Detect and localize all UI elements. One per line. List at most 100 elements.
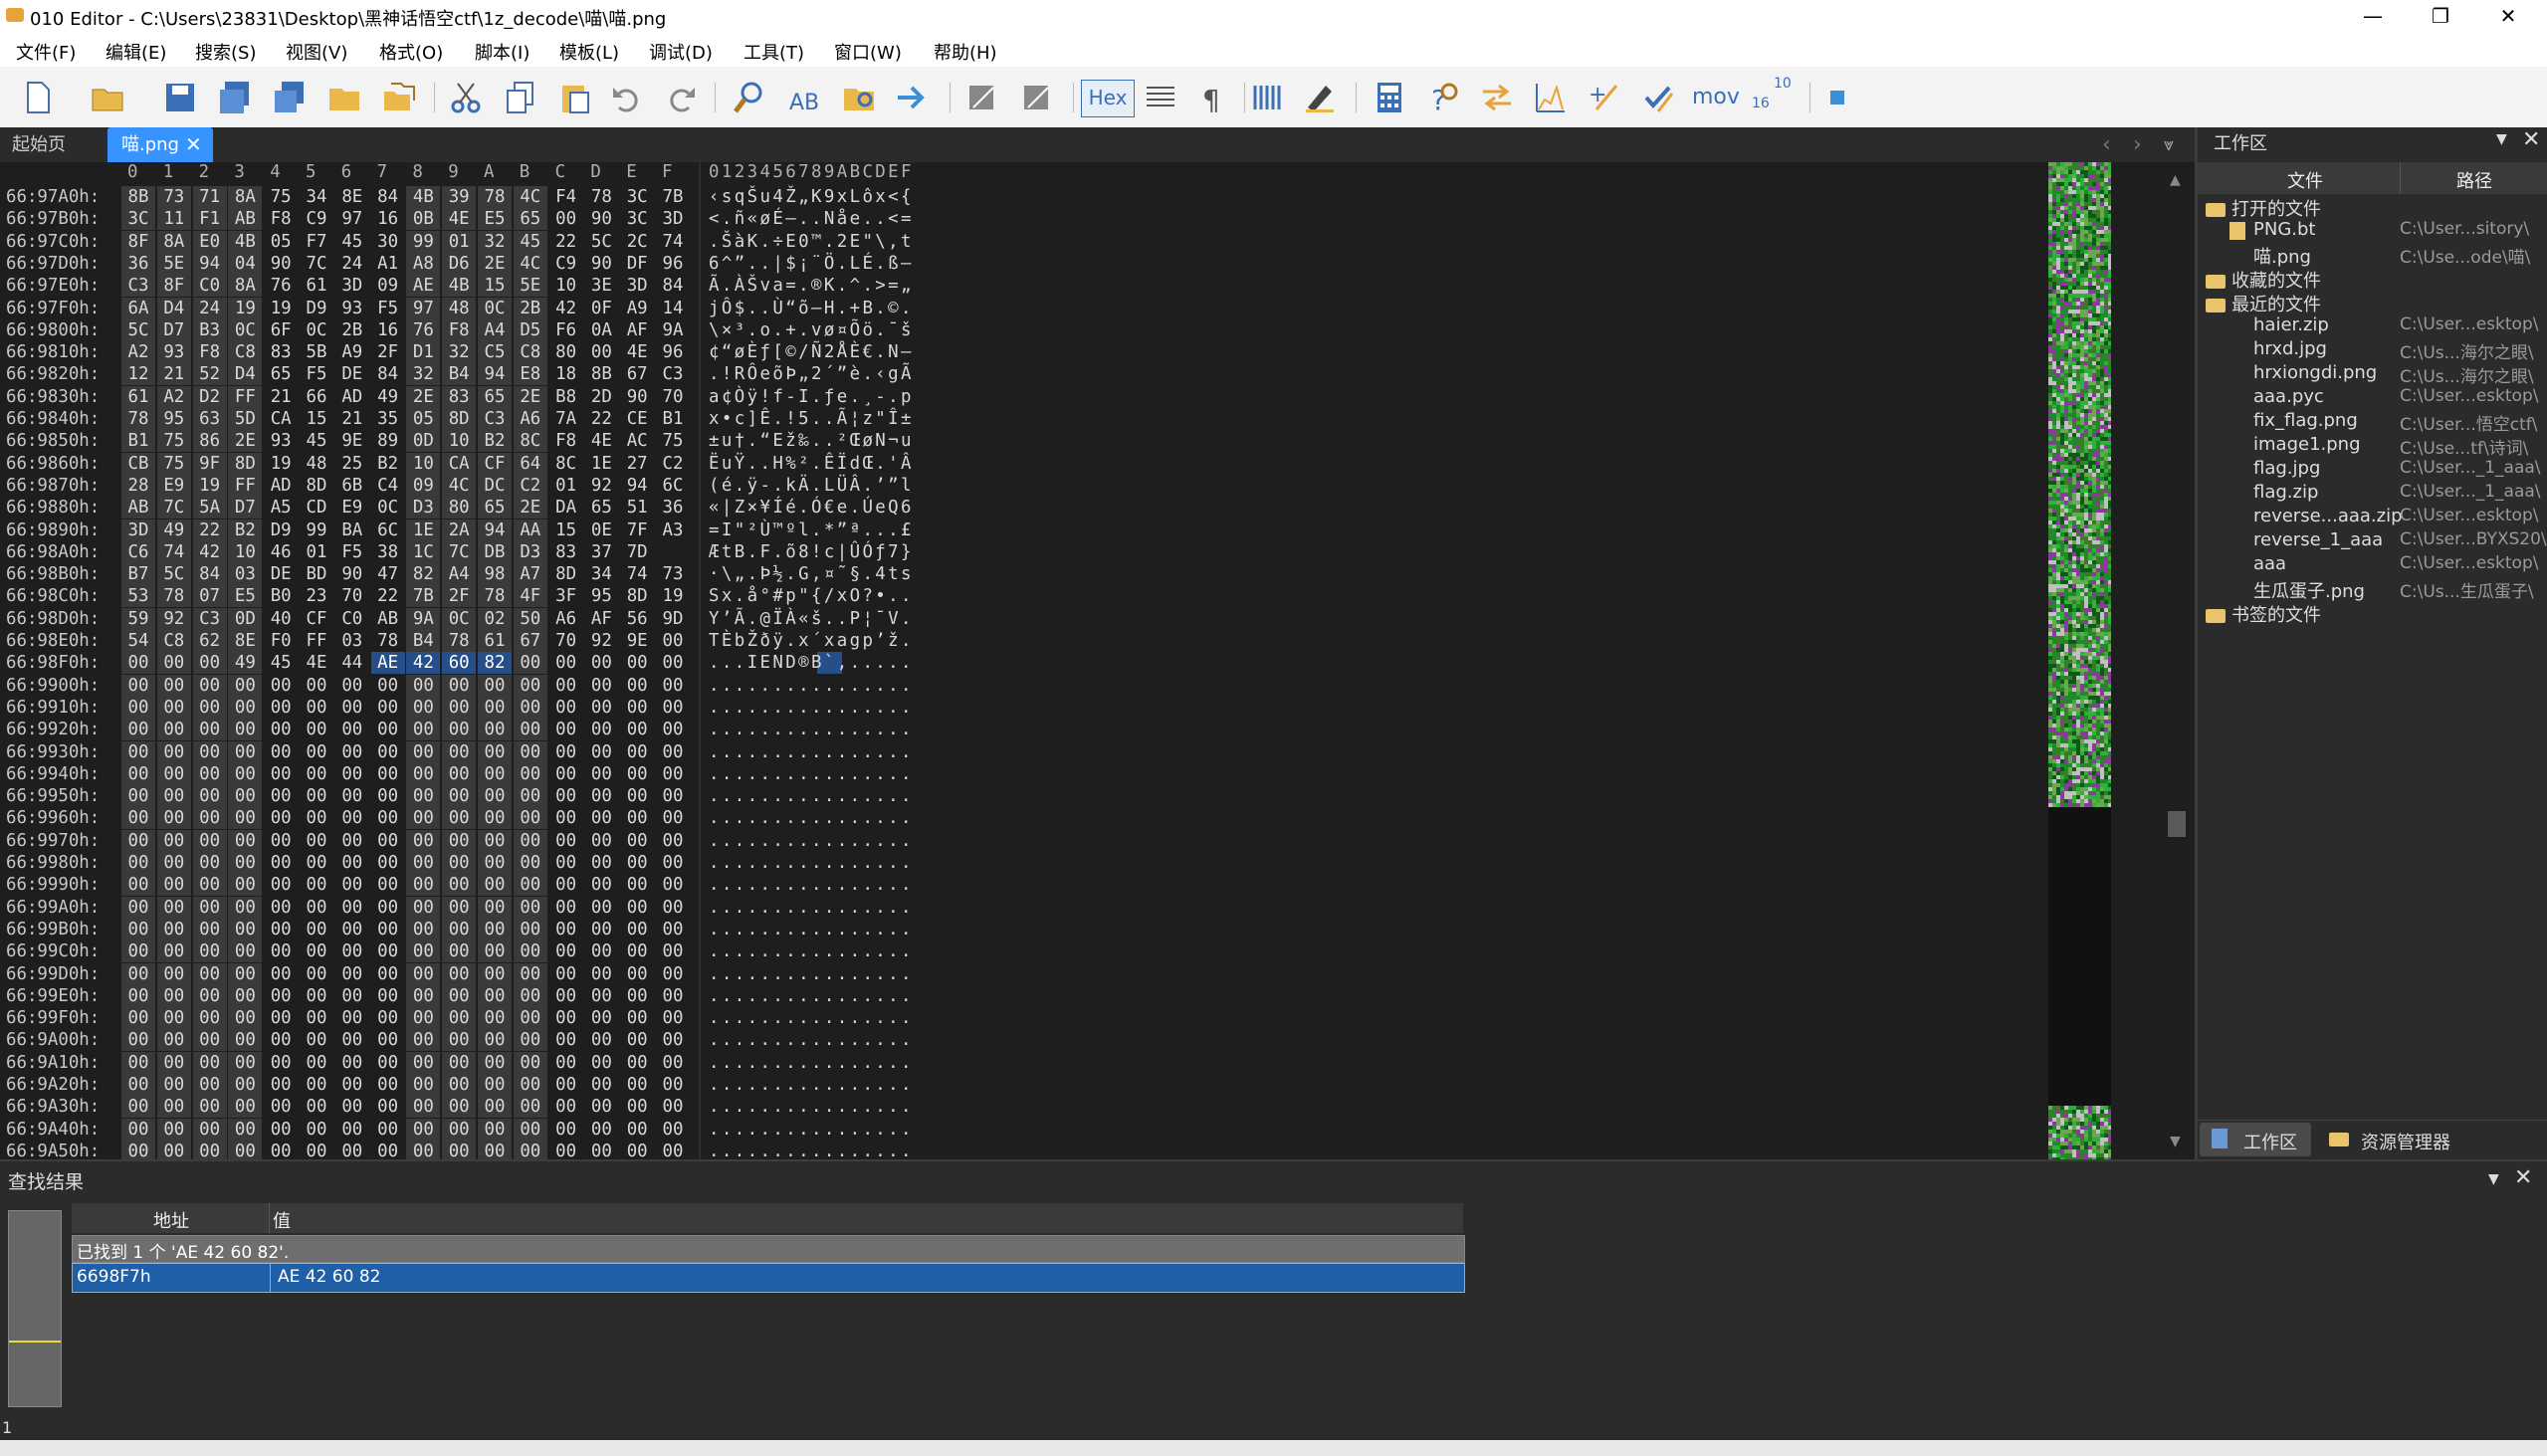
hex-byte[interactable]: 8F [156, 275, 191, 298]
hex-byte[interactable]: 82 [406, 563, 441, 586]
hex-byte[interactable]: 7B [656, 186, 690, 208]
hex-byte[interactable]: AE [370, 652, 405, 675]
hex-byte[interactable]: 45 [335, 231, 369, 253]
col-file[interactable]: 文件 [2287, 167, 2323, 193]
hex-byte[interactable]: 00 [192, 762, 227, 785]
hex-byte[interactable]: B2 [371, 453, 405, 475]
hex-byte[interactable]: A9 [620, 298, 654, 319]
hex-byte[interactable]: 16 [371, 319, 405, 341]
hex-byte[interactable]: E5 [228, 585, 263, 608]
cut-icon[interactable] [448, 80, 484, 115]
ascii-text[interactable]: ±u†.“Ež‰..²ŒøN¬u [709, 430, 914, 452]
hex-byte[interactable]: 00 [371, 852, 405, 874]
hex-byte[interactable]: 00 [192, 1074, 227, 1096]
hex-byte[interactable]: 00 [192, 1051, 227, 1074]
menu-edit[interactable]: 编辑(E) [106, 39, 166, 65]
hex-byte[interactable]: 84 [192, 563, 227, 586]
hex-byte[interactable]: 00 [300, 1052, 333, 1074]
hex-byte[interactable]: 00 [335, 719, 369, 740]
hex-byte[interactable]: 00 [584, 807, 618, 829]
hex-byte[interactable]: D9 [264, 520, 298, 541]
ascii-text[interactable]: TÈbŽðÿ.x´xagp’ž. [709, 630, 914, 652]
hex-byte[interactable]: 61 [121, 385, 155, 408]
hex-byte[interactable]: 00 [549, 874, 583, 896]
hex-byte[interactable]: 00 [584, 1029, 618, 1051]
hex-byte[interactable]: 73 [656, 563, 690, 585]
hex-byte[interactable]: F7 [300, 231, 333, 253]
hex-byte[interactable]: 65 [584, 497, 618, 519]
hex-byte[interactable]: 3F [549, 585, 583, 607]
hex-byte[interactable]: A5 [264, 497, 298, 519]
menu-help[interactable]: 帮助(H) [934, 39, 997, 65]
hex-byte[interactable]: 78 [371, 630, 405, 652]
hex-byte[interactable]: 96 [656, 253, 690, 275]
hex-byte[interactable]: 00 [478, 918, 512, 940]
hex-byte[interactable]: 00 [656, 1096, 690, 1118]
hex-byte[interactable]: 3D [121, 519, 155, 541]
tree-file-item[interactable]: reverse...aaa.zip C:\User...esktop\ [2253, 506, 2547, 526]
hex-byte[interactable]: 00 [549, 807, 583, 829]
hex-byte[interactable]: 00 [371, 1096, 405, 1118]
hex-byte[interactable]: 21 [335, 408, 369, 430]
hex-byte[interactable]: 3D [620, 275, 654, 297]
hex-byte[interactable]: 38 [371, 541, 405, 563]
hex-byte[interactable]: 89 [371, 430, 405, 452]
hex-byte[interactable]: 00 [478, 1029, 512, 1052]
redo-icon[interactable] [663, 80, 699, 115]
hex-byte[interactable]: 00 [478, 1118, 512, 1141]
hex-byte[interactable]: 19 [656, 585, 690, 607]
hex-row[interactable]: 66:9A20h: 00 00 00 00 00 00 00 00 00 00 00 00 00 00 00 0… [0, 1074, 2040, 1096]
hex-byte[interactable]: 4E [442, 208, 477, 231]
hex-byte[interactable]: 00 [442, 696, 477, 719]
hex-byte[interactable]: 00 [300, 874, 333, 896]
hex-byte[interactable]: 94 [478, 363, 512, 386]
hex-byte[interactable]: 00 [442, 719, 477, 741]
hex-byte[interactable]: 00 [371, 874, 405, 896]
save-as-icon[interactable] [217, 80, 253, 115]
hex-byte[interactable]: 61 [300, 275, 333, 297]
hex-byte[interactable]: 00 [513, 719, 547, 741]
hex-byte[interactable]: 00 [264, 807, 298, 829]
hex-byte[interactable]: 00 [620, 1007, 654, 1029]
hex-byte[interactable]: 90 [620, 386, 654, 408]
hex-byte[interactable]: 00 [478, 719, 512, 741]
hex-byte[interactable]: 94 [192, 252, 227, 275]
tree-group[interactable]: 书签的文件 [2206, 601, 2321, 627]
ascii-text[interactable]: ÆtB.F.õ8!c|ÛÓƒ7} [709, 541, 914, 563]
hex-byte[interactable]: 00 [442, 785, 477, 808]
hex-byte[interactable]: 00 [371, 830, 405, 852]
hex-byte[interactable]: C8 [228, 341, 263, 364]
hex-byte[interactable]: 00 [478, 829, 512, 852]
hex-byte[interactable]: 83 [442, 385, 477, 408]
hex-byte[interactable]: 00 [513, 807, 547, 830]
hex-byte[interactable]: 00 [192, 696, 227, 719]
hex-byte[interactable]: B1 [121, 430, 155, 453]
close-button[interactable]: ✕ [2478, 0, 2538, 33]
hex-byte[interactable]: 00 [513, 1096, 547, 1119]
template-icon[interactable] [963, 80, 999, 115]
hex-byte[interactable]: 00 [549, 785, 583, 807]
hex-byte[interactable]: 00 [335, 697, 369, 719]
hex-byte[interactable]: 00 [300, 897, 333, 919]
hex-byte[interactable]: 00 [620, 1096, 654, 1118]
hex-byte[interactable]: 00 [656, 1029, 690, 1051]
hex-byte[interactable]: 00 [406, 1140, 441, 1159]
hex-byte[interactable]: B2 [228, 519, 263, 541]
ascii-text[interactable]: ................ [709, 985, 914, 1007]
scroll-thumb[interactable] [2168, 811, 2186, 837]
hex-byte[interactable]: 10 [549, 275, 583, 297]
hex-byte[interactable]: 00 [121, 740, 155, 763]
hex-byte[interactable]: 00 [121, 1029, 155, 1052]
hex-byte[interactable]: 00 [513, 1051, 547, 1074]
hex-byte[interactable]: 8E [228, 630, 263, 652]
hex-byte[interactable]: 67 [620, 363, 654, 385]
compare-icon[interactable] [1479, 80, 1515, 115]
hex-byte[interactable]: 00 [335, 785, 369, 807]
hex-byte[interactable]: 00 [264, 697, 298, 719]
hex-row[interactable]: 66:9860h: CB 75 9F 8D 19 48 25 B2 10 CA CF 64 8C 1E 27 C… [0, 452, 2040, 475]
histogram-icon[interactable] [1533, 80, 1569, 115]
hex-row[interactable]: 66:9940h: 00 00 00 00 00 00 00 00 00 00 00 00 00 00 00 0… [0, 762, 2040, 785]
ascii-text[interactable]: (é.ÿ-.kÄ.LÜÂ.’”l [709, 475, 914, 497]
hex-byte[interactable]: 99 [406, 230, 441, 253]
hex-byte[interactable]: 00 [620, 652, 654, 674]
